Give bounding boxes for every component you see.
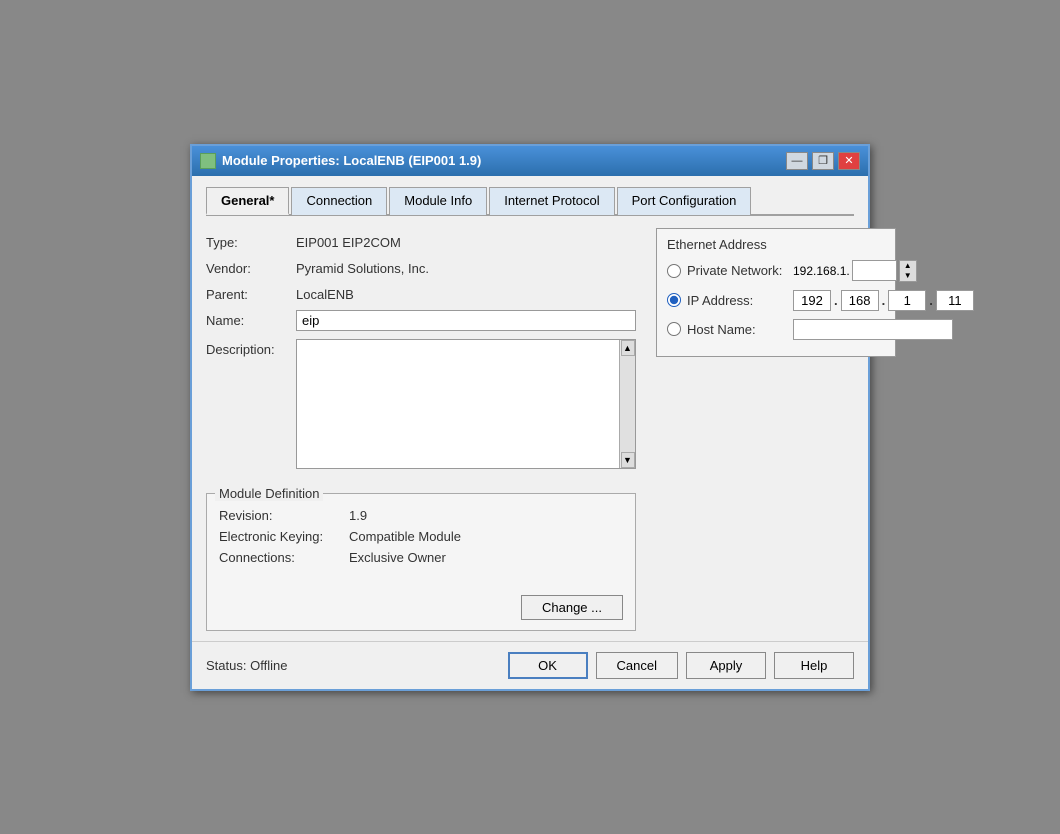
minimize-button[interactable]: — [786, 152, 808, 170]
host-name-label: Host Name: [687, 322, 787, 337]
revision-value: 1.9 [349, 508, 367, 523]
host-name-row: Host Name: [667, 319, 885, 340]
type-label: Type: [206, 232, 296, 250]
name-row: Name: [206, 310, 636, 331]
connections-list: Exclusive Owner [349, 550, 446, 565]
ip-address-row: IP Address: . . . [667, 290, 885, 311]
change-button[interactable]: Change ... [521, 595, 623, 620]
title-bar: Module Properties: LocalENB (EIP001 1.9)… [192, 146, 868, 176]
window-icon [200, 153, 216, 169]
electronic-keying-value: Compatible Module [349, 529, 461, 544]
parent-value: LocalENB [296, 284, 354, 302]
private-network-row: Private Network: 192.168.1. ▲ ▼ [667, 260, 885, 282]
scroll-down-button[interactable]: ▼ [621, 452, 635, 468]
close-button[interactable]: ✕ [838, 152, 860, 170]
module-definition-box: Module Definition Revision: 1.9 Electron… [206, 493, 636, 631]
scroll-track [620, 356, 635, 452]
parent-label: Parent: [206, 284, 296, 302]
ip-address-label: IP Address: [687, 293, 787, 308]
name-label: Name: [206, 310, 296, 328]
description-row: Description: ▲ ▼ [206, 339, 636, 469]
electronic-keying-row: Electronic Keying: Compatible Module [219, 529, 623, 544]
description-input[interactable]: ▲ ▼ [296, 339, 636, 469]
window-title: Module Properties: LocalENB (EIP001 1.9) [222, 153, 481, 168]
ip-dot-2: . [882, 293, 886, 308]
ip-seg3-input[interactable] [888, 290, 926, 311]
ip-seg2-input[interactable] [841, 290, 879, 311]
private-network-label: Private Network: [687, 263, 787, 278]
tab-port-configuration[interactable]: Port Configuration [617, 187, 752, 215]
private-network-radio[interactable] [667, 264, 681, 278]
footer: Status: Offline OK Cancel Apply Help [192, 641, 868, 689]
status-area: Status: Offline [206, 658, 508, 673]
private-network-prefix: 192.168.1. [793, 264, 850, 278]
vendor-row: Vendor: Pyramid Solutions, Inc. [206, 258, 636, 276]
cancel-button[interactable]: Cancel [596, 652, 678, 679]
tab-internet-protocol[interactable]: Internet Protocol [489, 187, 614, 215]
private-network-spinner: ▲ ▼ [899, 260, 917, 282]
private-network-input[interactable] [852, 260, 897, 281]
description-label: Description: [206, 339, 296, 357]
name-input[interactable] [296, 310, 636, 331]
revision-row: Revision: 1.9 [219, 508, 623, 523]
description-scrollbar: ▲ ▼ [619, 340, 635, 468]
ip-seg4-input[interactable] [936, 290, 974, 311]
vendor-label: Vendor: [206, 258, 296, 276]
module-definition-content: Revision: 1.9 Electronic Keying: Compati… [219, 508, 623, 620]
tab-bar: General* Connection Module Info Internet… [206, 186, 854, 216]
revision-label: Revision: [219, 508, 349, 523]
tab-connection[interactable]: Connection [291, 187, 387, 215]
right-panel: Ethernet Address Private Network: 192.16… [656, 228, 896, 631]
main-body: Type: EIP001 EIP2COM Vendor: Pyramid Sol… [206, 228, 854, 631]
parent-row: Parent: LocalENB [206, 284, 636, 302]
connections-label: Connections: [219, 550, 349, 565]
electronic-keying-label: Electronic Keying: [219, 529, 349, 544]
change-btn-row: Change ... [219, 595, 623, 620]
ip-field-group: . . . [793, 290, 974, 311]
type-row: Type: EIP001 EIP2COM [206, 232, 636, 250]
ip-dot-1: . [834, 293, 838, 308]
scroll-up-button[interactable]: ▲ [621, 340, 635, 356]
restore-button[interactable]: ❐ [812, 152, 834, 170]
tab-general[interactable]: General* [206, 187, 289, 215]
ethernet-group: Ethernet Address Private Network: 192.16… [656, 228, 896, 357]
ip-dot-3: . [929, 293, 933, 308]
host-name-input[interactable] [793, 319, 953, 340]
apply-button[interactable]: Apply [686, 652, 766, 679]
private-network-field: 192.168.1. ▲ ▼ [793, 260, 917, 282]
tab-module-info[interactable]: Module Info [389, 187, 487, 215]
host-name-radio[interactable] [667, 322, 681, 336]
ok-button[interactable]: OK [508, 652, 588, 679]
status-label: Status: [206, 658, 246, 673]
window-content: General* Connection Module Info Internet… [192, 176, 868, 641]
left-panel: Type: EIP001 EIP2COM Vendor: Pyramid Sol… [206, 228, 636, 631]
ip-seg1-input[interactable] [793, 290, 831, 311]
footer-buttons: OK Cancel Apply Help [508, 652, 854, 679]
vendor-value: Pyramid Solutions, Inc. [296, 258, 429, 276]
status-value: Offline [250, 658, 287, 673]
type-value: EIP001 EIP2COM [296, 232, 401, 250]
ethernet-group-title: Ethernet Address [667, 237, 885, 252]
spinner-down-button[interactable]: ▼ [900, 271, 916, 281]
help-button[interactable]: Help [774, 652, 854, 679]
spinner-up-button[interactable]: ▲ [900, 261, 916, 271]
main-window: Module Properties: LocalENB (EIP001 1.9)… [190, 144, 870, 691]
title-controls: — ❐ ✕ [786, 152, 860, 170]
connections-value: Exclusive Owner [349, 550, 446, 565]
form-section: Type: EIP001 EIP2COM Vendor: Pyramid Sol… [206, 228, 636, 481]
connections-row: Connections: Exclusive Owner [219, 550, 623, 565]
ip-address-radio[interactable] [667, 293, 681, 307]
module-definition-title: Module Definition [215, 486, 323, 501]
